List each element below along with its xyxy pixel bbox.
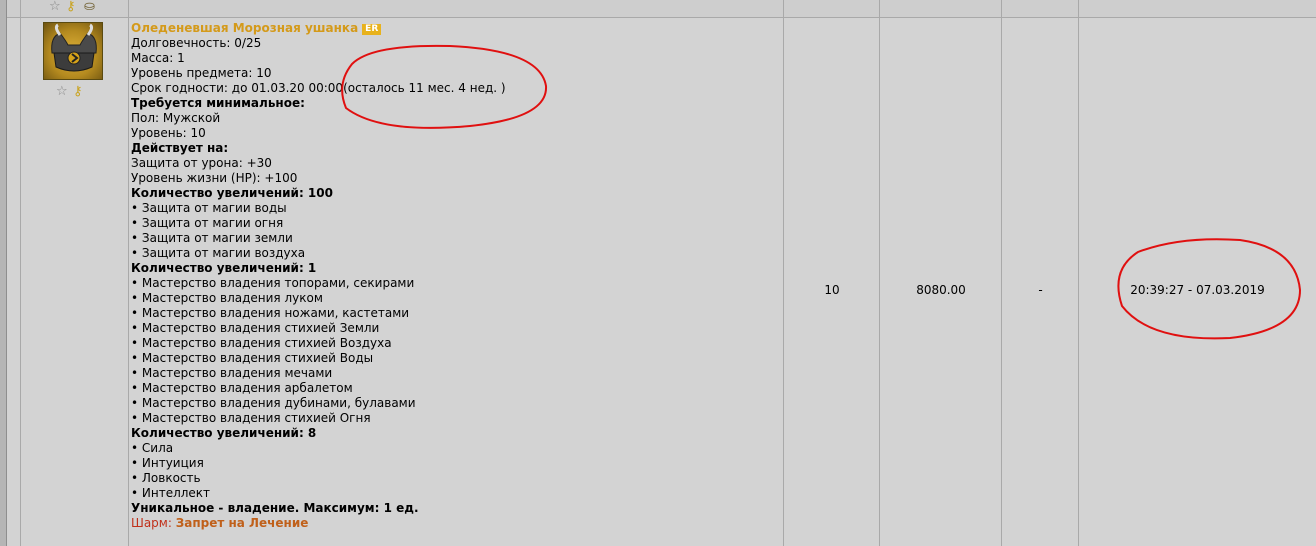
charm-label: Шарм: — [131, 516, 176, 530]
column-divider — [783, 0, 784, 546]
list-item: • Мастерство владения дубинами, булавами — [131, 396, 416, 410]
durability: Долговечность: 0/25 — [131, 36, 262, 50]
list-item: • Ловкость — [131, 471, 201, 485]
list-item: • Защита от магии воды — [131, 201, 287, 215]
upgrades-1-header: Количество увеличений: 1 — [131, 261, 317, 275]
dash-cell: - — [1038, 283, 1043, 297]
hp-bonus: Уровень жизни (HP): +100 — [131, 171, 298, 185]
damage-protection: Защита от урона: +30 — [131, 156, 272, 170]
list-item: • Мастерство владения ножами, кастетами — [131, 306, 410, 320]
list-item: • Мастерство владения стихией Земли — [131, 321, 380, 335]
expiry: Срок годности: до 01.03.20 00:00 — [131, 81, 344, 95]
column-divider — [20, 0, 21, 546]
column-divider — [879, 0, 880, 546]
item-level: Уровень предмета: 10 — [131, 66, 272, 80]
unique-note: Уникальное - владение. Максимум: 1 ед. — [131, 501, 419, 515]
column-divider — [1078, 0, 1079, 546]
bag-icon[interactable]: ⛀ — [84, 0, 95, 13]
key-icon[interactable]: ⚷ — [73, 85, 83, 98]
level-requirement: Уровень: 10 — [131, 126, 206, 140]
gender-requirement: Пол: Мужской — [131, 111, 221, 125]
key-icon[interactable]: ⚷ — [66, 0, 76, 13]
item-details: Оледеневшая Морозная ушанка ER Долговечно… — [131, 21, 506, 531]
list-item: • Защита от магии земли — [131, 231, 293, 245]
column-divider — [128, 0, 129, 546]
list-item: • Защита от магии воздуха — [131, 246, 306, 260]
upgrades-8-header: Количество увеличений: 8 — [131, 426, 317, 440]
quantity-cell: 10 — [824, 283, 840, 297]
mass: Масса: 1 — [131, 51, 185, 65]
window-left-frame — [0, 0, 7, 546]
acts-on-header: Действует на: — [131, 141, 229, 155]
charm-value[interactable]: Запрет на Лечение — [176, 516, 309, 530]
star-icon[interactable]: ☆ — [56, 85, 68, 98]
list-item: • Сила — [131, 441, 174, 455]
expiry-remaining: (осталось 11 мес. 4 нед. ) — [343, 81, 506, 95]
er-badge: ER — [362, 24, 382, 35]
list-item: • Мастерство владения стихией Воды — [131, 351, 374, 365]
helmet-icon[interactable] — [43, 22, 103, 80]
list-item: • Мастерство владения топорами, секирами — [131, 276, 415, 290]
list-item: • Интуиция — [131, 456, 204, 470]
list-item: • Мастерство владения луком — [131, 291, 323, 305]
price-cell: 8080.00 — [916, 283, 966, 297]
column-divider — [1001, 0, 1002, 546]
datetime-cell: 20:39:27 - 07.03.2019 — [1130, 283, 1265, 297]
list-item: • Мастерство владения мечами — [131, 366, 333, 380]
list-item: • Защита от магии огня — [131, 216, 284, 230]
requirements-header: Требуется минимальное: — [131, 96, 305, 110]
list-item: • Мастерство владения стихией Огня — [131, 411, 371, 425]
upgrades-100-header: Количество увеличений: 100 — [131, 186, 333, 200]
star-icon[interactable]: ☆ — [49, 0, 61, 13]
item-name-link[interactable]: Оледеневшая Морозная ушанка — [131, 21, 358, 35]
previous-row-strip — [7, 0, 1316, 17]
list-item: • Мастерство владения арбалетом — [131, 381, 353, 395]
row-divider — [7, 17, 1316, 18]
list-item: • Интеллект — [131, 486, 211, 500]
list-item: • Мастерство владения стихией Воздуха — [131, 336, 392, 350]
